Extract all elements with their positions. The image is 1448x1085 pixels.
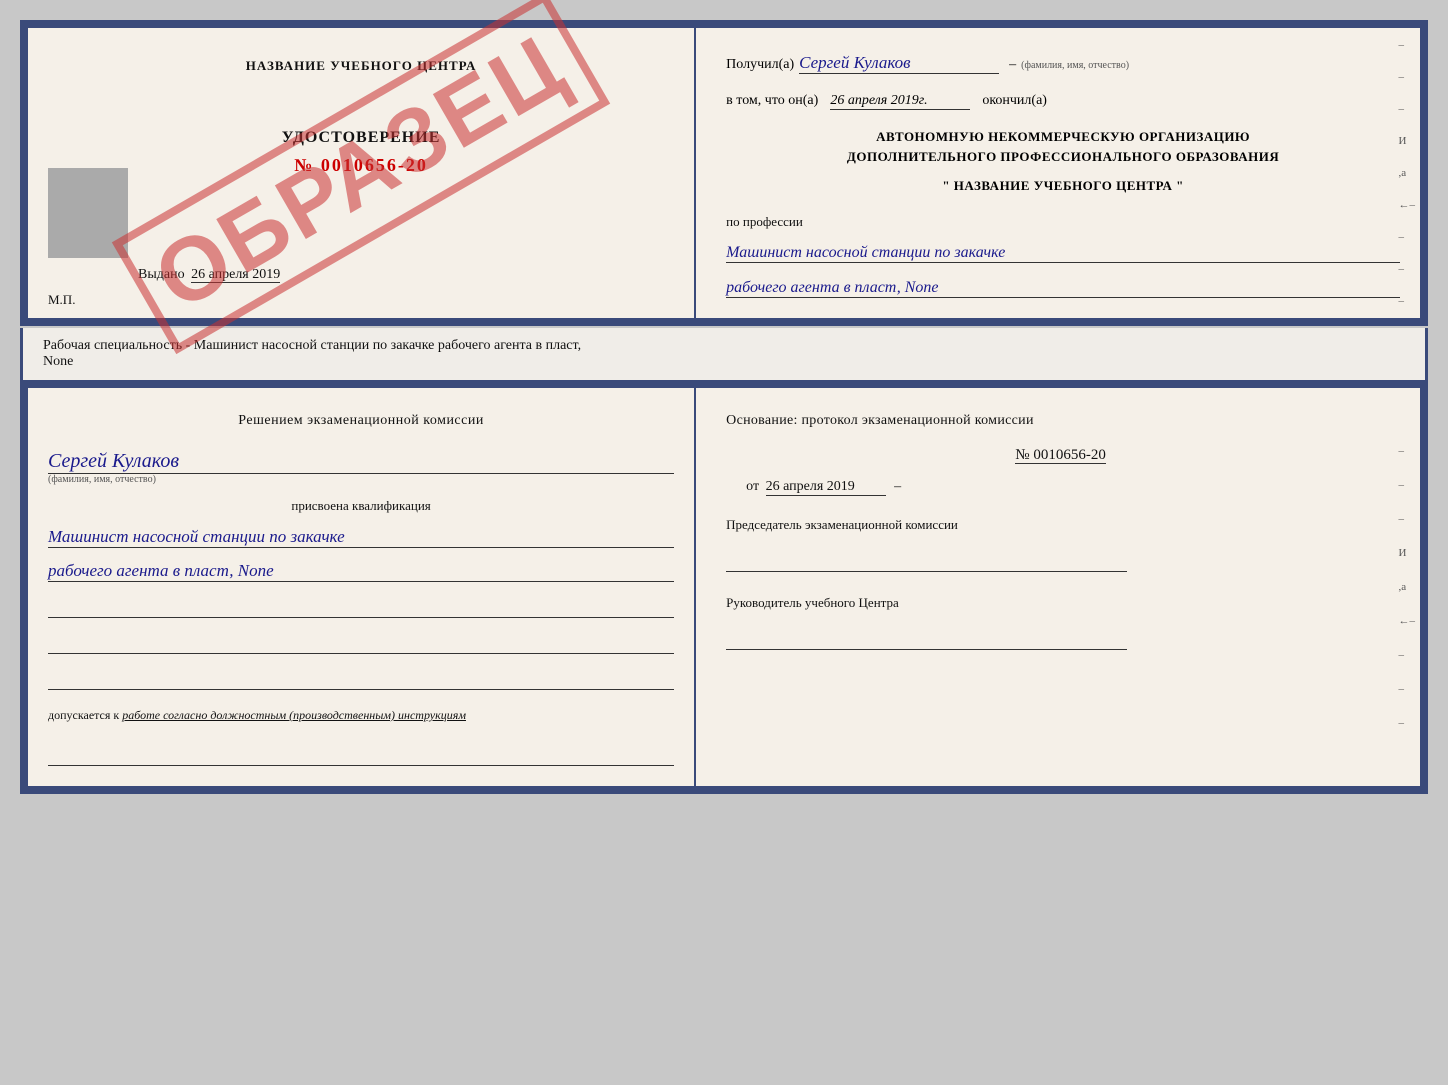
issued-label: Выдано [138,267,185,282]
date-value: 26 апреля 2019г. [830,93,970,110]
date-prefix: от [746,479,759,494]
finished-label: окончил(а) [982,93,1047,108]
protocol-number: № 0010656-20 [726,447,1395,464]
allowed-italic: работе согласно должностным (производств… [122,708,466,722]
page-wrapper: НАЗВАНИЕ УЧЕБНОГО ЦЕНТРА ОБРАЗЕЦ УДОСТОВ… [20,20,1428,794]
side-marks-top: –––И,а←–––– [1398,39,1415,307]
middle-text-area: Рабочая специальность - Машинист насосно… [20,328,1428,380]
org-line1: АВТОНОМНУЮ НЕКОММЕРЧЕСКУЮ ОРГАНИЗАЦИЮ ДО… [726,127,1400,166]
issued-line: Выдано 26 апреля 2019 [138,267,280,283]
profession-label: по профессии [726,214,1400,230]
allowed-text: допускается к работе согласно должностны… [48,708,674,723]
mp-text: М.П. [48,292,75,308]
chairman-label: Председатель экзаменационной комиссии [726,516,1395,534]
bottom-left-panel: Решением экзаменационной комиссии Сергей… [28,388,696,786]
blank-bottom [48,746,674,766]
fio-hint-bottom: (фамилия, имя, отчество) [48,474,674,485]
blank-line-3 [48,670,674,690]
head-label: Руководитель учебного Центра [726,594,1395,612]
profession-value-2: рабочего агента в пласт, None [726,279,1400,298]
chairman-sig-line [726,552,1127,572]
qualification-value-2: рабочего агента в пласт, None [48,561,674,582]
dash-right: – [1009,57,1016,73]
training-center-title: НАЗВАНИЕ УЧЕБНОГО ЦЕНТРА [48,58,674,74]
received-row: Получил(а) Сергей Кулаков – (фамилия, им… [726,53,1400,74]
blank-line-2 [48,634,674,654]
issued-date: 26 апреля 2019 [191,267,280,283]
side-marks-bottom: –––И,а←–––– [1398,445,1415,729]
date-row: в том, что он(а) 26 апреля 2019г. окончи… [726,91,1400,110]
received-name: Сергей Кулаков [799,53,999,74]
allowed-label: допускается к [48,708,119,722]
bottom-document: Решением экзаменационной комиссии Сергей… [28,388,1420,786]
profession-value-1: Машинист насосной станции по закачке [726,244,1400,263]
top-document: НАЗВАНИЕ УЧЕБНОГО ЦЕНТРА ОБРАЗЕЦ УДОСТОВ… [28,28,1420,318]
protocol-date: от 26 апреля 2019 – [726,479,1395,496]
sample-watermark: ОБРАЗЕЦ [112,0,610,354]
cert-number: № 0010656-20 [48,155,674,176]
person-name: Сергей Кулаков [48,450,674,474]
cert-title: УДОСТОВЕРЕНИЕ [48,129,674,147]
fio-hint-top: (фамилия, имя, отчество) [1021,60,1129,71]
top-left-panel: НАЗВАНИЕ УЧЕБНОГО ЦЕНТРА ОБРАЗЕЦ УДОСТОВ… [28,28,696,318]
date-label: в том, что он(а) [726,93,818,108]
basis-title: Основание: протокол экзаменационной коми… [726,413,1395,429]
qualification-value-1: Машинист насосной станции по закачке [48,527,674,548]
org-name: " НАЗВАНИЕ УЧЕБНОГО ЦЕНТРА " [726,178,1400,194]
protocol-date-value: 26 апреля 2019 [766,479,886,496]
bottom-right-panel: Основание: протокол экзаменационной коми… [696,388,1420,786]
middle-text-line2: None [43,354,73,369]
bottom-document-outer: Решением экзаменационной комиссии Сергей… [20,380,1428,794]
blank-line-1 [48,598,674,618]
photo-placeholder [48,168,128,258]
received-label: Получил(а) [726,57,794,73]
top-right-panel: Получил(а) Сергей Кулаков – (фамилия, им… [696,28,1420,318]
dash-after-date: – [894,479,901,494]
top-document-outer: НАЗВАНИЕ УЧЕБНОГО ЦЕНТРА ОБРАЗЕЦ УДОСТОВ… [20,20,1428,326]
person-name-row: Сергей Кулаков (фамилия, имя, отчество) [48,445,674,485]
assigned-text: присвоена квалификация [48,498,674,514]
head-sig-line [726,630,1127,650]
middle-text-line1: Рабочая специальность - Машинист насосно… [43,338,581,353]
decision-text: Решением экзаменационной комиссии [48,413,674,429]
